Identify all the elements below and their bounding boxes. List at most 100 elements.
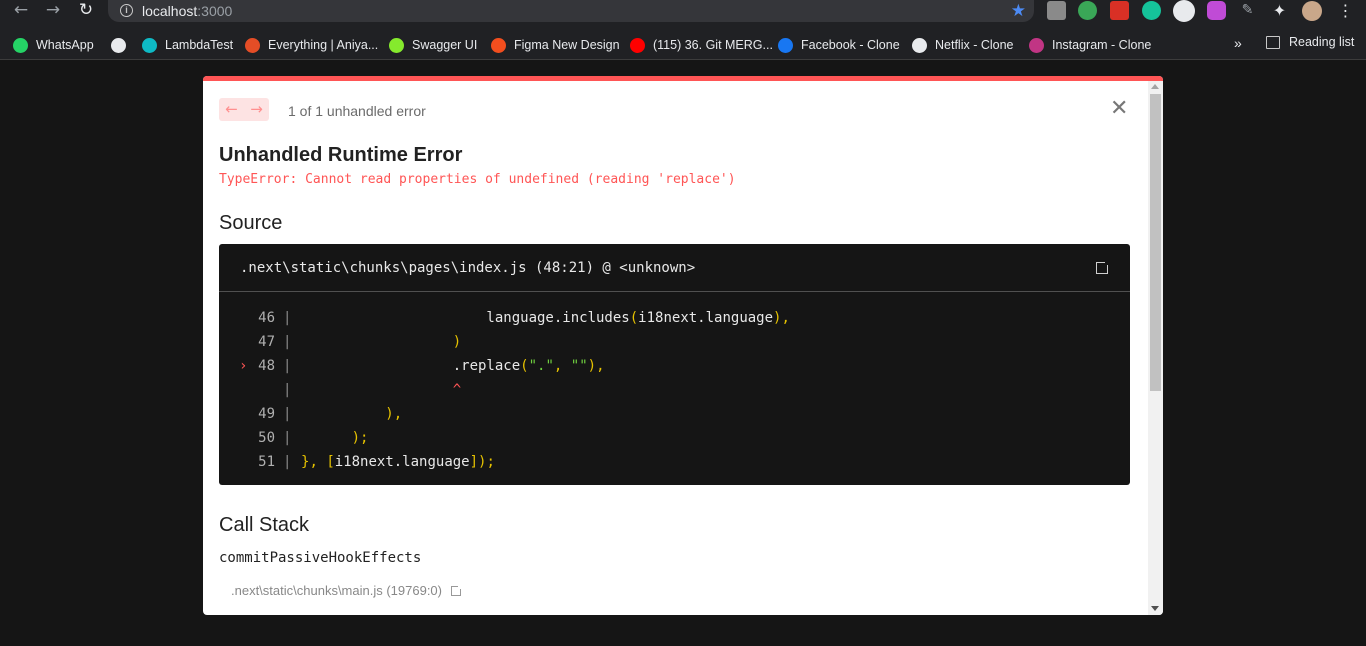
site-icon xyxy=(245,37,260,53)
gutter-divider: | xyxy=(283,358,292,374)
code-text: ) xyxy=(452,334,462,350)
line-number: 46 xyxy=(258,310,275,326)
bookmark-label: Netflix - Clone xyxy=(935,38,1014,52)
shield-icon[interactable] xyxy=(1173,0,1195,22)
extension-icon[interactable] xyxy=(1110,1,1129,20)
code-text: .replace(".", ""), xyxy=(301,358,605,374)
line-number: 49 xyxy=(258,406,275,422)
source-heading: Source xyxy=(219,212,283,234)
code-line: 51 | }, [i18next.language]); xyxy=(219,450,1130,474)
bookmark-label: WhatsApp xyxy=(36,38,94,52)
bookmark-item[interactable]: Instagram - Clone xyxy=(1029,35,1151,55)
reload-icon[interactable]: ↻ xyxy=(74,0,98,22)
bookmark-item[interactable] xyxy=(111,35,134,55)
facebook-icon xyxy=(778,37,793,53)
reading-list-icon xyxy=(1266,35,1280,49)
open-external-icon[interactable] xyxy=(1096,259,1111,274)
line-number: 48 xyxy=(258,358,275,374)
bookmark-label: (115) 36. Git MERG... xyxy=(653,38,773,52)
error-overlay: ← → 1 of 1 unhandled error ✕ Unhandled R… xyxy=(203,76,1163,615)
lambdatest-icon xyxy=(142,37,157,53)
gutter-divider: | xyxy=(283,310,292,326)
bookmark-item[interactable]: Facebook - Clone xyxy=(778,35,900,55)
bookmarks-bar: WhatsApp LambdaTest Everything | Aniya... S… xyxy=(0,29,1366,60)
avatar[interactable] xyxy=(1302,1,1322,21)
stack-frame-path[interactable]: .next\static\chunks\main.js (19769:0) xyxy=(231,583,442,598)
line-number: 51 xyxy=(258,454,275,470)
stack-frame-location[interactable]: .next\static\chunks\main.js (19769:0) xyxy=(231,583,463,598)
bookmark-star-icon[interactable]: ★ xyxy=(1011,1,1026,21)
callstack-heading: Call Stack xyxy=(219,514,310,536)
scroll-up-icon[interactable] xyxy=(1151,84,1159,89)
code-text: ); xyxy=(351,430,369,446)
scrollbar[interactable] xyxy=(1148,81,1163,615)
next-error-arrow-icon[interactable]: → xyxy=(244,98,269,121)
scrollbar-thumb[interactable] xyxy=(1150,94,1161,391)
back-arrow-icon[interactable]: ← xyxy=(9,0,33,22)
overlay-accent-bar xyxy=(203,76,1163,81)
extension-icon[interactable] xyxy=(1207,1,1226,20)
error-count: 1 of 1 unhandled error xyxy=(288,103,426,119)
bookmark-label: Swagger UI xyxy=(412,38,478,52)
reading-list-label: Reading list xyxy=(1289,35,1355,49)
menu-kebab-icon[interactable]: ⋮ xyxy=(1336,1,1355,20)
code-text: ), xyxy=(385,406,403,422)
swagger-icon xyxy=(389,37,404,53)
bookmark-label: Instagram - Clone xyxy=(1052,38,1152,52)
line-number: 50 xyxy=(258,430,275,446)
address-bar[interactable]: i localhost:3000 ★ xyxy=(108,0,1034,22)
grammarly-icon[interactable] xyxy=(1142,1,1161,20)
gutter-divider: | xyxy=(283,382,292,398)
code-frame-header: .next\static\chunks\pages\index.js (48:2… xyxy=(219,244,1130,292)
bookmark-item[interactable]: Everything | Aniya... xyxy=(245,35,378,55)
scroll-down-icon[interactable] xyxy=(1151,606,1159,611)
bookmark-item[interactable]: Swagger UI xyxy=(389,35,477,55)
code-line: 47 | ) xyxy=(219,330,1130,354)
code-line: | ^ xyxy=(219,378,1130,402)
error-message: TypeError: Cannot read properties of und… xyxy=(219,172,736,187)
forward-arrow-icon[interactable]: → xyxy=(41,0,65,22)
error-line-marker-icon: › xyxy=(239,358,248,374)
gutter-divider: | xyxy=(283,430,292,446)
code-line: 49 | ), xyxy=(219,402,1130,426)
instagram-icon xyxy=(1029,37,1044,53)
source-code-frame: .next\static\chunks\pages\index.js (48:2… xyxy=(219,244,1130,485)
url-text[interactable]: localhost:3000 xyxy=(142,3,232,19)
bookmark-item[interactable]: LambdaTest xyxy=(142,35,233,55)
prev-error-arrow-icon[interactable]: ← xyxy=(219,98,244,121)
extension-icon[interactable] xyxy=(1078,1,1097,20)
stack-frame-function: commitPassiveHookEffects xyxy=(219,550,422,566)
error-title: Unhandled Runtime Error xyxy=(219,144,463,166)
source-file-link[interactable]: .next\static\chunks\pages\index.js (48:2… xyxy=(240,260,695,276)
gutter-divider: | xyxy=(283,454,292,470)
open-external-icon[interactable] xyxy=(451,583,463,596)
bookmarks-overflow-button[interactable]: » xyxy=(1234,35,1242,51)
whatsapp-icon xyxy=(13,37,28,53)
error-pagination: ← → xyxy=(219,98,269,121)
url-host: localhost xyxy=(142,3,198,19)
code-text: ^ xyxy=(301,382,462,398)
gutter-divider: | xyxy=(283,334,292,350)
bookmark-item[interactable]: Figma New Design xyxy=(491,35,620,55)
line-number: 47 xyxy=(258,334,275,350)
youtube-icon xyxy=(630,37,645,53)
extension-icon[interactable] xyxy=(1047,1,1066,20)
info-icon[interactable]: i xyxy=(120,4,133,17)
bookmark-item[interactable]: WhatsApp xyxy=(13,35,94,55)
bookmark-label: Figma New Design xyxy=(514,38,620,52)
bookmark-item[interactable]: (115) 36. Git MERG... xyxy=(630,35,773,55)
bookmark-label: LambdaTest xyxy=(165,38,234,52)
reading-list-button[interactable]: Reading list xyxy=(1266,35,1354,49)
pen-icon[interactable]: ✎ xyxy=(1238,1,1257,20)
browser-toolbar: ← → ↻ i localhost:3000 ★ ✎ ✦ ⋮ xyxy=(0,0,1366,29)
code-text: language.includes(i18next.language), xyxy=(301,310,790,326)
bookmark-label: Everything | Aniya... xyxy=(268,38,379,52)
code-text: }, [i18next.language]); xyxy=(301,454,495,470)
bookmark-item[interactable]: Netflix - Clone xyxy=(912,35,1014,55)
code-line: 50 | ); xyxy=(219,426,1130,450)
bookmark-label: Facebook - Clone xyxy=(801,38,900,52)
code-line: › 48 | .replace(".", ""), xyxy=(219,354,1130,378)
close-icon[interactable]: ✕ xyxy=(1110,98,1128,120)
globe-icon xyxy=(111,37,126,53)
puzzle-icon[interactable]: ✦ xyxy=(1270,1,1289,20)
